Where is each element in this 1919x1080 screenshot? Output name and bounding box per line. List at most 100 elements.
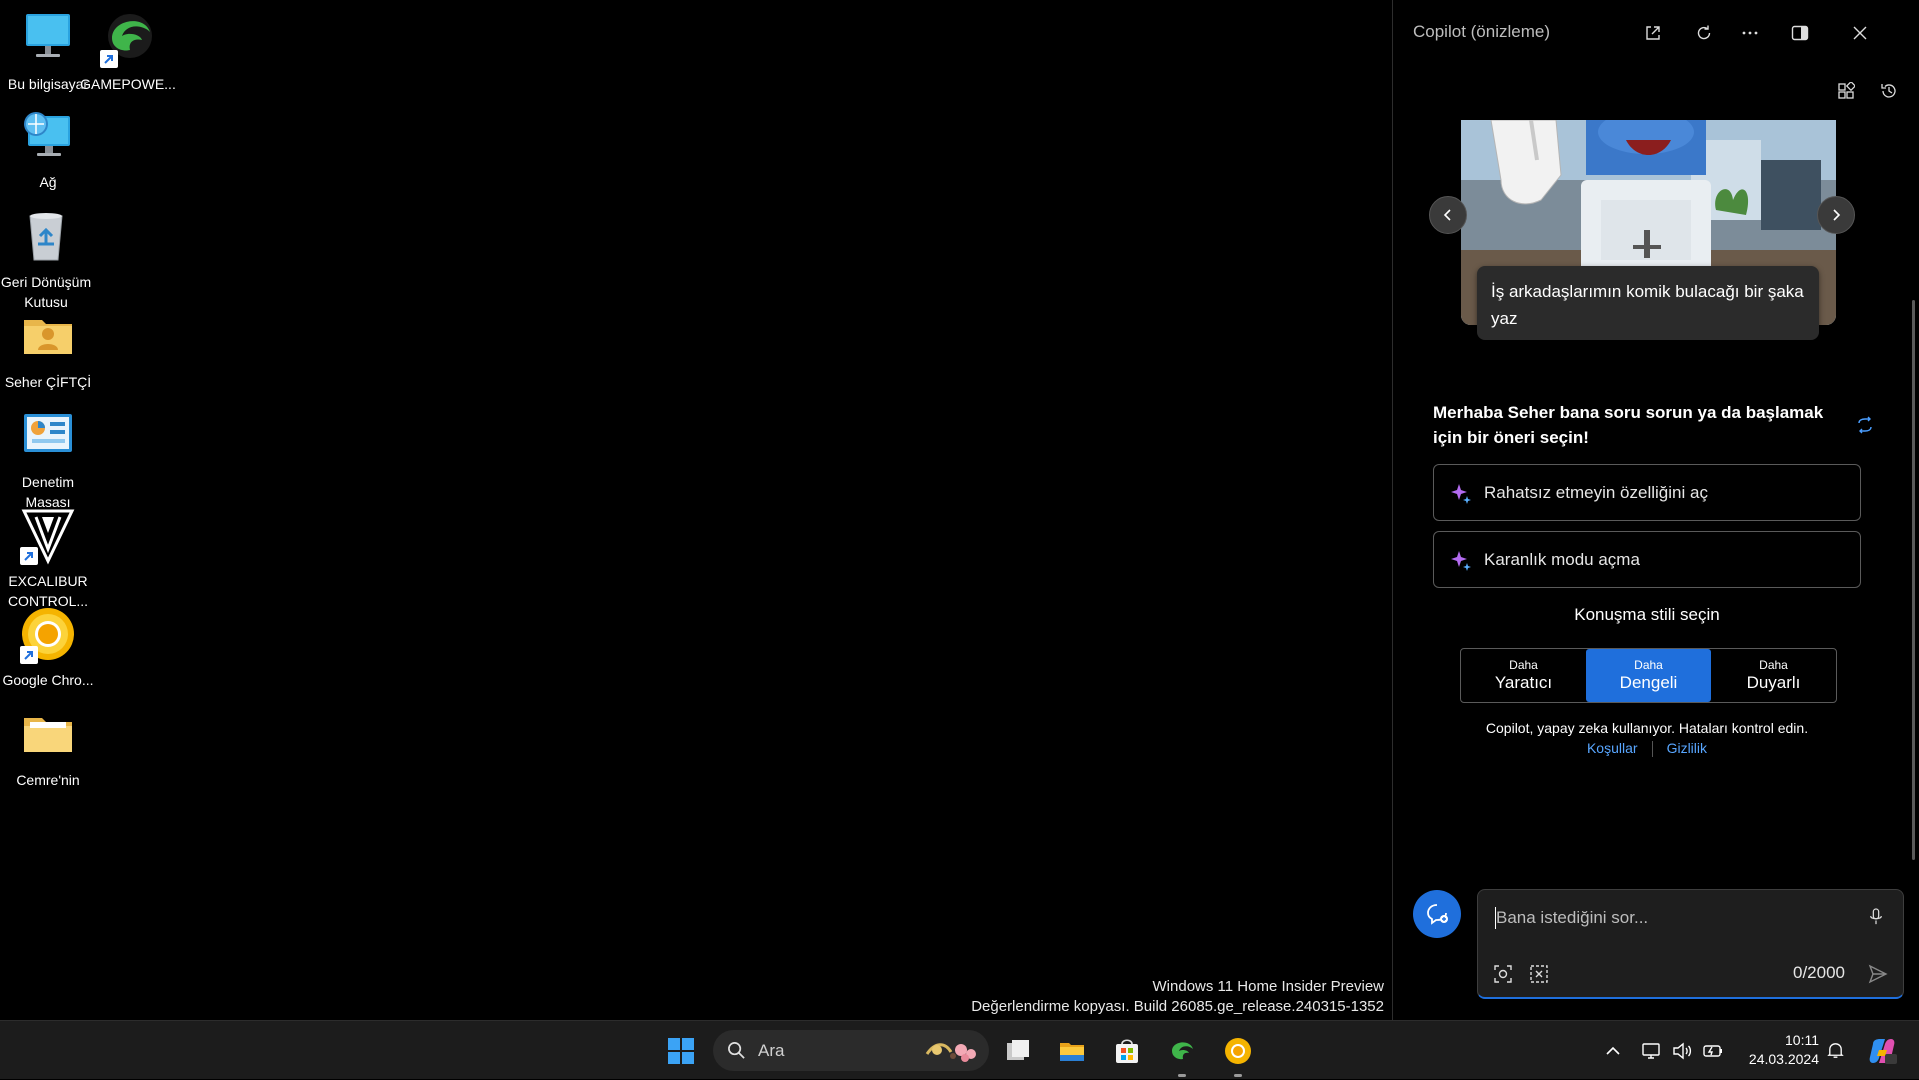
refresh-button[interactable] (1684, 16, 1724, 50)
character-counter: 0/2000 (1793, 963, 1845, 982)
user-folder-icon (18, 306, 78, 366)
style-balanced-button[interactable]: Daha Dengeli (1586, 649, 1711, 702)
send-button[interactable] (1863, 959, 1893, 989)
microphone-button[interactable] (1861, 902, 1891, 932)
network-tray-button[interactable] (1636, 1021, 1666, 1080)
suggestion-button[interactable]: Karanlık modu açma (1433, 531, 1861, 588)
excalibur-icon (18, 505, 78, 565)
windows-logo-icon (668, 1038, 694, 1064)
microsoft-store-button[interactable] (1107, 1031, 1147, 1071)
volume-icon (1673, 1042, 1692, 1059)
desktop-icon-excalibur[interactable]: EXCALIBUR CONTROL... (0, 505, 96, 611)
screenshot-icon (1530, 965, 1548, 983)
terms-link[interactable]: Koşullar (1573, 740, 1652, 756)
more-options-button[interactable] (1730, 16, 1770, 50)
notifications-button[interactable] (1820, 1021, 1850, 1080)
copilot-title: Copilot (önizleme) (1413, 22, 1550, 41)
copilot-taskbar-button[interactable] (1862, 1021, 1902, 1080)
history-button[interactable] (1869, 74, 1909, 108)
watermark-edition: Windows 11 Home Insider Preview (1152, 978, 1384, 995)
computer-icon (18, 8, 78, 68)
conversation-style-selector: Daha Yaratıcı Daha Dengeli Daha Duyarlı (1460, 648, 1837, 703)
carousel-next-button[interactable] (1817, 196, 1855, 234)
panel-scrollbar[interactable] (1912, 300, 1915, 860)
desktop-icon-user-folder[interactable]: Seher ÇİFTÇİ (0, 306, 96, 392)
gamepower-icon (98, 8, 158, 68)
clock-time: 10:11 (1785, 1032, 1819, 1048)
suggestion-label: Rahatsız etmeyin özelliğini aç (1484, 482, 1708, 502)
ai-disclaimer: Copilot, yapay zeka kullanıyor. Hataları… (1485, 720, 1809, 736)
refresh-suggestions-button[interactable] (1845, 408, 1885, 442)
recycle-bin-icon (16, 206, 76, 266)
style-prefix: Daha (1634, 657, 1663, 672)
desktop-icon-control-panel[interactable]: Denetim Masası (0, 406, 96, 512)
chevron-left-icon (1443, 209, 1451, 221)
shortcut-arrow-icon (20, 547, 38, 565)
carousel-prompt[interactable]: İş arkadaşlarımın komik bulacağı bir şak… (1477, 266, 1819, 340)
volume-button[interactable] (1667, 1021, 1697, 1080)
chat-input-box[interactable]: Bana istediğini sor... 0/2000 (1477, 889, 1904, 999)
history-icon (1881, 84, 1896, 98)
desktop-icon-network[interactable]: Ağ (0, 106, 96, 192)
watermark-build: Değerlendirme kopyası. Build 26085.ge_re… (971, 998, 1384, 1015)
sparkle-icon (1451, 484, 1471, 504)
style-prefix: Daha (1509, 657, 1538, 672)
send-icon (1868, 964, 1888, 984)
image-search-button[interactable] (1488, 959, 1518, 989)
plugins-button[interactable] (1826, 74, 1866, 108)
running-indicator (1234, 1074, 1242, 1077)
dock-panel-button[interactable] (1780, 16, 1820, 50)
task-view-button[interactable] (998, 1031, 1038, 1071)
task-view-icon (1007, 1040, 1029, 1060)
more-icon (1742, 31, 1758, 35)
privacy-link[interactable]: Gizlilik (1653, 740, 1721, 756)
chevron-right-icon (1833, 209, 1841, 221)
screenshot-button[interactable] (1524, 959, 1554, 989)
desktop-icon-label: Cemre'nin (16, 772, 80, 788)
conversation-style-title: Konuşma stili seçin (1574, 605, 1720, 624)
taskbar-clock[interactable]: 10:11 24.03.2024 (1749, 1031, 1819, 1069)
start-button[interactable] (661, 1031, 701, 1071)
show-hidden-icons-button[interactable] (1598, 1021, 1628, 1080)
chrome-icon (1225, 1038, 1251, 1064)
desktop-icon-label: Ağ (39, 174, 57, 190)
shortcut-arrow-icon (20, 646, 38, 664)
new-topic-button[interactable] (1413, 890, 1461, 938)
chrome-taskbar-button[interactable] (1218, 1031, 1258, 1077)
dock-side-icon (1791, 25, 1809, 41)
desktop: Bu bilgisayar GAMEPOWE... Ağ Geri Dönüşü… (0, 0, 1392, 1020)
open-external-icon (1646, 26, 1660, 40)
style-precise-button[interactable]: Daha Duyarlı (1711, 649, 1836, 702)
network-icon (18, 106, 78, 166)
chrome-icon (18, 604, 78, 664)
suggestion-button[interactable]: Rahatsız etmeyin özelliğini aç (1433, 464, 1861, 521)
control-panel-icon (18, 406, 78, 466)
carousel-prev-button[interactable] (1429, 196, 1467, 234)
desktop-icon-gamepower[interactable]: GAMEPOWE... (80, 8, 176, 94)
bell-icon (1826, 1043, 1844, 1058)
refresh-icon (1697, 25, 1711, 40)
style-prefix: Daha (1759, 657, 1788, 672)
chat-input-placeholder[interactable]: Bana istediğini sor... (1496, 908, 1648, 928)
open-external-button[interactable] (1633, 16, 1673, 50)
style-label: Dengeli (1619, 672, 1678, 692)
shortcut-arrow-icon (100, 50, 118, 68)
search-icon (728, 1042, 745, 1059)
desktop-icon-chrome[interactable]: Google Chro... (0, 604, 96, 690)
file-explorer-button[interactable] (1052, 1031, 1092, 1071)
battery-button[interactable] (1698, 1021, 1728, 1080)
desktop-icon-recycle-bin[interactable]: Geri Dönüşüm Kutusu (0, 206, 94, 312)
new-chat-icon (1427, 904, 1448, 925)
network-tray-icon (1642, 1042, 1660, 1059)
close-button[interactable] (1840, 16, 1880, 50)
folder-icon (18, 704, 78, 764)
clock-date: 24.03.2024 (1748, 1051, 1819, 1067)
style-creative-button[interactable]: Daha Yaratıcı (1461, 649, 1586, 702)
style-label: Yaratıcı (1494, 672, 1553, 692)
copilot-panel: Copilot (önizleme) İş arkadaşlarımın kom… (1392, 0, 1919, 1020)
plugins-icon (1838, 82, 1855, 99)
taskbar-search-box[interactable]: Ara (713, 1030, 989, 1071)
desktop-icon-folder[interactable]: Cemre'nin (0, 704, 96, 790)
refresh-suggestions-icon (1858, 416, 1872, 434)
gamepower-taskbar-button[interactable] (1162, 1031, 1202, 1077)
